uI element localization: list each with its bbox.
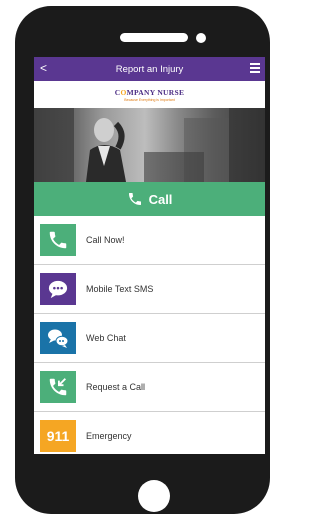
hero-photo bbox=[34, 108, 265, 182]
logo-tagline: Because Everything is Important bbox=[124, 97, 175, 102]
web-chat-icon bbox=[40, 322, 76, 354]
phone-icon bbox=[128, 193, 141, 205]
option-label: Request a Call bbox=[86, 382, 146, 392]
home-button[interactable] bbox=[138, 480, 170, 512]
back-button[interactable]: < bbox=[40, 61, 47, 75]
app-screen: < Report an Injury COMPANY NURSE Because… bbox=[34, 57, 265, 454]
emergency-option[interactable]: 911 Emergency bbox=[34, 412, 265, 454]
option-label: Web Chat bbox=[86, 333, 126, 343]
contact-options-list: Call Now! Mobile Text SMS Web Chat Reque… bbox=[34, 216, 265, 454]
hamburger-menu-icon[interactable] bbox=[250, 63, 260, 75]
top-nav-bar: < Report an Injury bbox=[34, 57, 265, 81]
option-label: Call Now! bbox=[86, 235, 125, 245]
call-banner: Call bbox=[34, 182, 265, 216]
phone-icon bbox=[40, 224, 76, 256]
request-a-call-option[interactable]: Request a Call bbox=[34, 363, 265, 412]
mobile-text-sms-option[interactable]: Mobile Text SMS bbox=[34, 265, 265, 314]
call-banner-label: Call bbox=[148, 191, 173, 207]
call-now-option[interactable]: Call Now! bbox=[34, 216, 265, 265]
company-logo: COMPANY NURSE Because Everything is Impo… bbox=[34, 81, 265, 108]
web-chat-option[interactable]: Web Chat bbox=[34, 314, 265, 363]
speaker-grille bbox=[120, 33, 188, 42]
phone-incoming-icon bbox=[40, 371, 76, 403]
option-label: Mobile Text SMS bbox=[86, 284, 154, 294]
logo-wordmark: COMPANY NURSE bbox=[114, 87, 185, 97]
page-title: Report an Injury bbox=[115, 63, 184, 75]
911-icon: 911 bbox=[40, 420, 76, 452]
option-label: Emergency bbox=[86, 431, 132, 441]
chat-bubble-icon bbox=[40, 273, 76, 305]
front-camera bbox=[196, 33, 206, 43]
